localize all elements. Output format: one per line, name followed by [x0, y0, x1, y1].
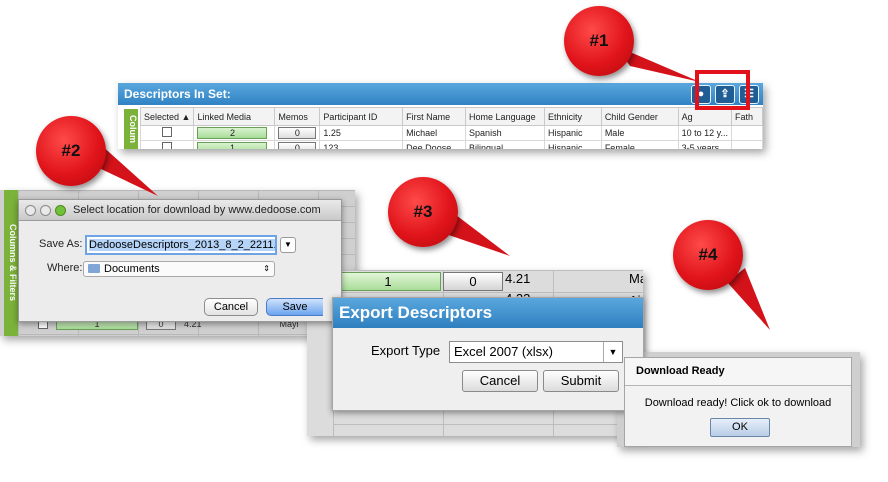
value-cell: 4.21: [505, 271, 531, 286]
dialog-title: Select location for download by www.dedo…: [73, 204, 321, 216]
linked-media-button[interactable]: 2: [197, 127, 268, 139]
memos-button[interactable]: 0: [278, 142, 317, 149]
row-checkbox[interactable]: [162, 142, 173, 149]
side-cell: Ma: [629, 271, 643, 286]
column-header-ethnicity[interactable]: Ethnicity: [543, 107, 602, 126]
father-cell: [731, 140, 763, 149]
save-location-dialog: Select location for download by www.dedo…: [18, 199, 342, 322]
participant-id-cell: 123: [319, 140, 404, 149]
home-language-cell: Spanish: [465, 125, 545, 141]
column-header-selected[interactable]: Selected ▲: [139, 107, 195, 126]
column-header-memos[interactable]: Memos: [274, 107, 321, 126]
ok-button[interactable]: OK: [710, 418, 770, 437]
column-header-age[interactable]: Ag: [677, 107, 733, 126]
memos-button[interactable]: 0: [443, 272, 503, 291]
callout-4: #4: [673, 220, 743, 290]
updown-arrows-icon: ⇕: [263, 264, 270, 273]
table-header-row: Selected ▲ Linked Media Memos Participan…: [139, 107, 763, 126]
callout-3: #3: [388, 177, 458, 247]
child-gender-cell: Male: [600, 125, 679, 141]
close-window-icon[interactable]: [25, 205, 36, 216]
minimize-window-icon[interactable]: [40, 205, 51, 216]
dialog-titlebar: Select location for download by www.dedo…: [19, 200, 341, 221]
folder-icon: [88, 264, 100, 273]
ethnicity-cell: Hispanic: [543, 125, 602, 141]
column-header-first-name[interactable]: First Name: [402, 107, 467, 126]
linked-media-button[interactable]: 1: [197, 142, 268, 149]
dialog-title: Export Descriptors: [333, 298, 643, 328]
where-label: Where:: [47, 262, 83, 274]
export-descriptors-dialog: Export Descriptors Export Type Excel 200…: [332, 297, 644, 411]
save-as-label: Save As:: [39, 238, 83, 250]
download-message: Download ready! Click ok to download: [644, 397, 832, 409]
child-gender-cell: Female: [600, 140, 679, 149]
father-cell: [731, 125, 763, 141]
column-header-linked-media[interactable]: Linked Media: [193, 107, 276, 126]
memos-button[interactable]: 0: [278, 127, 317, 139]
home-language-cell: Bilingual: [465, 140, 545, 149]
cancel-button[interactable]: Cancel: [204, 298, 258, 316]
export-type-select[interactable]: Excel 2007 (xlsx) ▼: [449, 341, 623, 363]
first-name-cell: Dee Doose: [402, 140, 467, 149]
download-ready-dialog: Download Ready Download ready! Click ok …: [624, 357, 852, 447]
export-type-label: Export Type: [371, 343, 441, 358]
ethnicity-cell: Hispanic: [543, 140, 602, 149]
column-header-home-language[interactable]: Home Language: [465, 107, 545, 126]
chevron-down-icon: ▼: [603, 342, 622, 362]
age-cell: 3-5 years: [677, 140, 733, 149]
descriptors-panel: Descriptors In Set: ● ⇪ ☰ Colum Selected…: [118, 83, 763, 149]
export-icon-highlight: [695, 70, 750, 110]
where-select[interactable]: Documents ⇕: [83, 261, 275, 277]
callout-1: #1: [564, 6, 634, 76]
columns-filters-tab[interactable]: Columns & Filters: [4, 190, 18, 336]
descriptors-header: Descriptors In Set: ● ⇪ ☰: [118, 83, 763, 105]
column-header-child-gender[interactable]: Child Gender: [600, 107, 679, 126]
columns-tab[interactable]: Colum: [124, 109, 138, 149]
descriptors-table: Selected ▲ Linked Media Memos Participan…: [139, 107, 763, 149]
expand-dialog-chevron-icon[interactable]: ▼: [280, 237, 296, 253]
column-header-participant-id[interactable]: Participant ID: [319, 107, 404, 126]
save-as-input[interactable]: DedooseDescriptors_2013_8_2_2211.x: [85, 235, 277, 255]
table-row[interactable]: 2 0 1.25 Michael Spanish Hispanic Male 1…: [139, 125, 763, 141]
age-cell: 10 to 12 y...: [677, 125, 733, 141]
table-row[interactable]: 1 0 123 Dee Doose Bilingual Hispanic Fem…: [139, 140, 763, 149]
dialog-title: Download Ready: [625, 358, 851, 386]
submit-button[interactable]: Submit: [543, 370, 619, 392]
save-button[interactable]: Save: [266, 298, 323, 316]
descriptors-title: Descriptors In Set:: [124, 87, 231, 101]
callout-2: #2: [36, 116, 106, 186]
column-header-father[interactable]: Fath: [731, 107, 763, 126]
zoom-window-icon[interactable]: [55, 205, 66, 216]
first-name-cell: Michael: [402, 125, 467, 141]
cancel-button[interactable]: Cancel: [462, 370, 538, 392]
linked-media-button[interactable]: 1: [335, 272, 441, 291]
participant-id-cell: 1.25: [319, 125, 404, 141]
row-checkbox[interactable]: [162, 127, 173, 137]
